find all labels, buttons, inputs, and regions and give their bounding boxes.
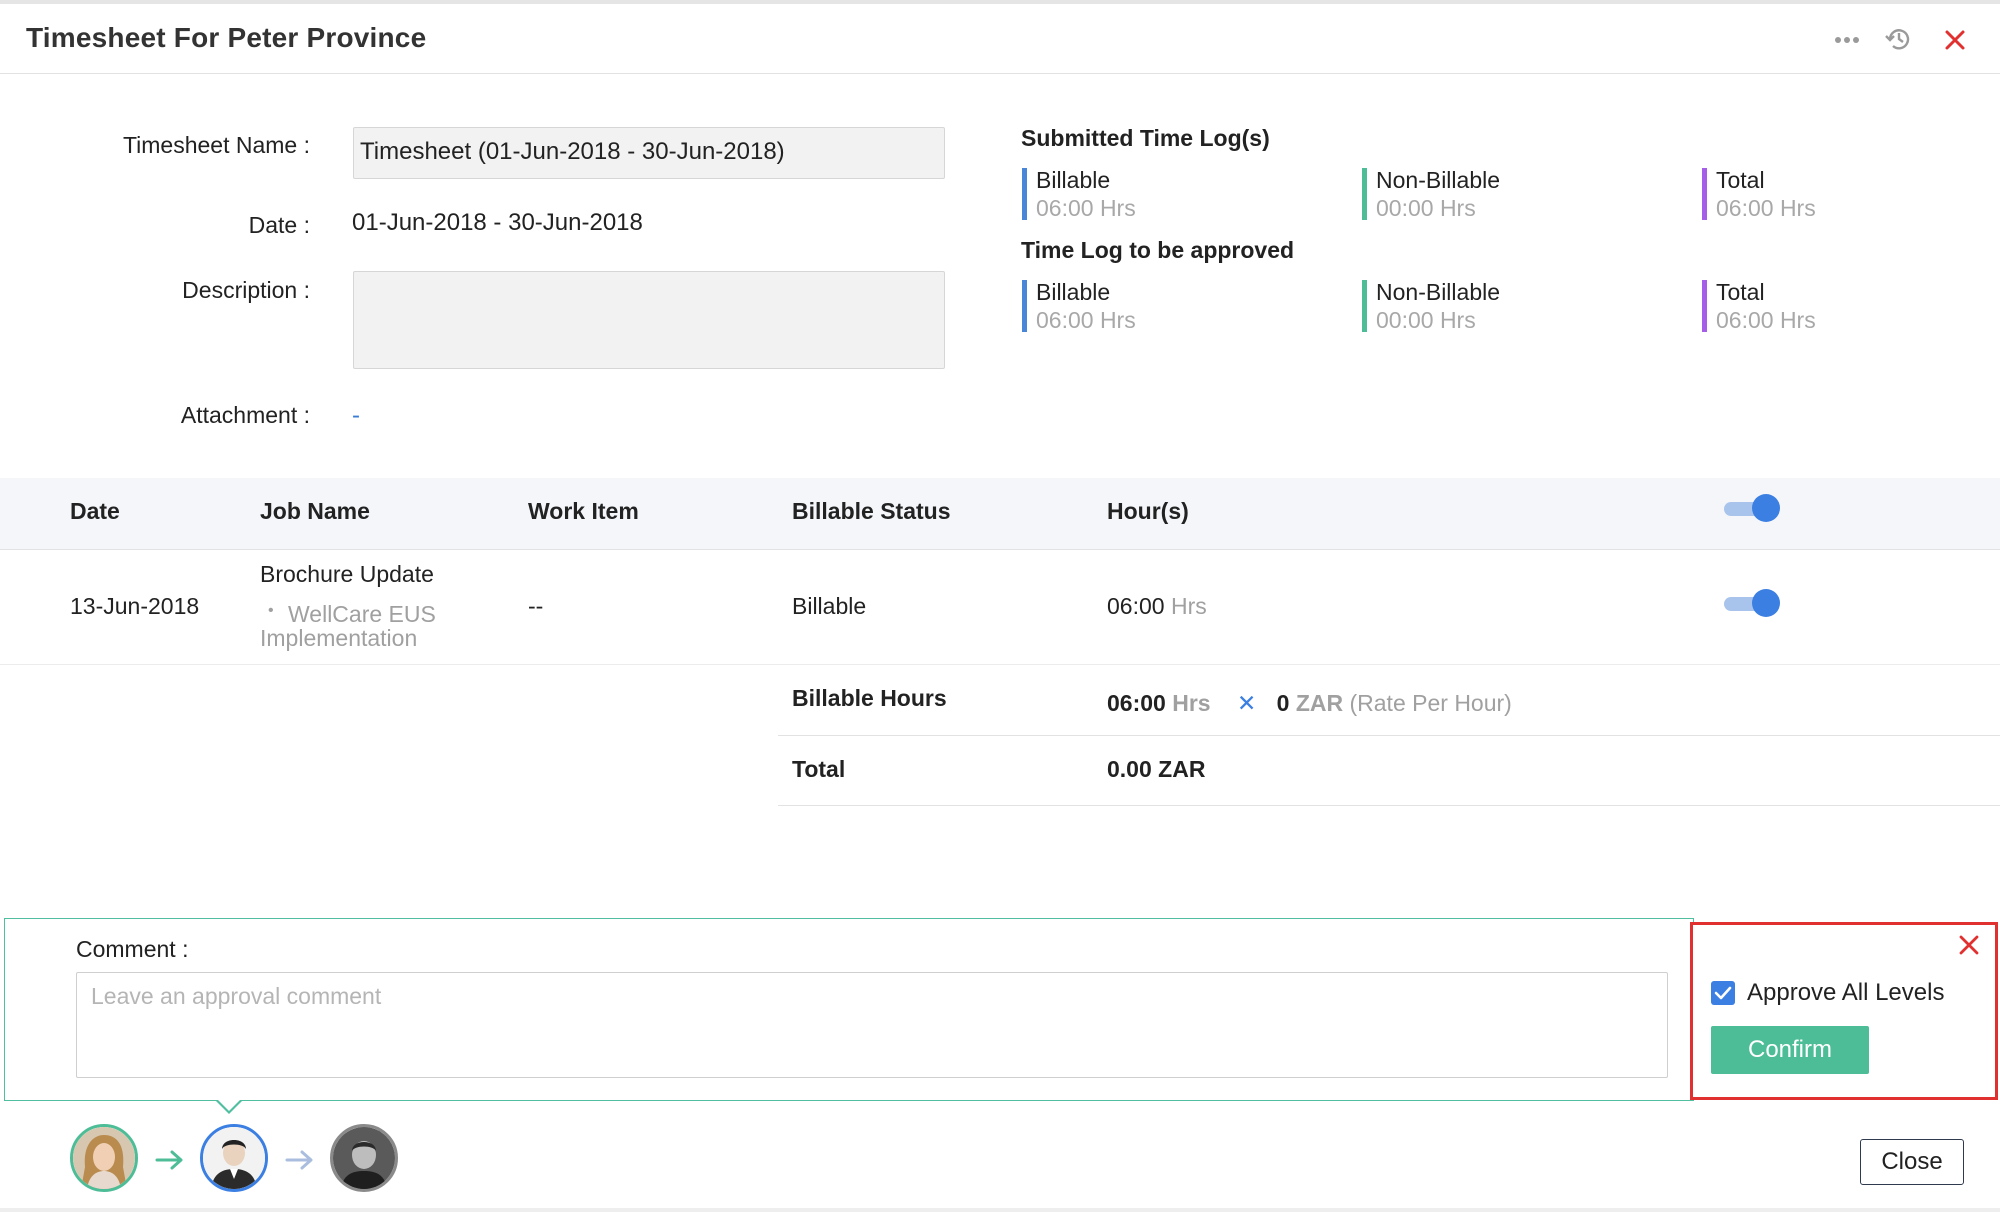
- multiply-icon: ✕: [1236, 690, 1257, 716]
- column-header-hours: Hour(s): [1107, 498, 1189, 524]
- submitted-non-billable: Non-Billable 00:00 Hrs: [1362, 166, 1501, 221]
- approver-1-avatar[interactable]: [70, 1124, 138, 1192]
- billable-hours-label: Billable Hours: [792, 685, 947, 711]
- approve-total: Total 06:00 Hrs: [1702, 278, 1816, 333]
- total-currency: ZAR: [1158, 756, 1206, 782]
- comment-label: Comment :: [76, 936, 189, 962]
- submitted-billable: Billable 06:00 Hrs: [1022, 166, 1136, 221]
- column-header-job-name: Job Name: [260, 498, 370, 524]
- row-project-name: WellCare EUS: [288, 601, 436, 627]
- row-job-name: Brochure Update: [260, 561, 434, 587]
- dialog-title: Timesheet For Peter Province: [26, 22, 427, 53]
- description-field[interactable]: [353, 271, 945, 369]
- approve-total-value: 06:00 Hrs: [1716, 307, 1816, 333]
- approve-total-label: Total: [1716, 279, 1765, 305]
- approver-3-avatar[interactable]: [330, 1124, 398, 1192]
- row-hours: 06:00 Hrs: [1107, 593, 1207, 620]
- project-bullet: •: [268, 602, 274, 619]
- column-header-work-item: Work Item: [528, 498, 639, 524]
- row-billable-status: Billable: [792, 593, 867, 619]
- column-header-billable-status: Billable Status: [792, 498, 951, 524]
- submitted-billable-value: 06:00 Hrs: [1036, 195, 1136, 221]
- row-approve-toggle[interactable]: [1724, 589, 1780, 617]
- arrow-right-icon: [285, 1150, 313, 1170]
- table-header: Date Job Name Work Item Billable Status …: [0, 478, 2000, 550]
- approve-heading: Time Log to be approved: [1021, 237, 1295, 263]
- submitted-billable-label: Billable: [1036, 167, 1111, 193]
- row-date: 13-Jun-2018: [70, 593, 200, 619]
- date-label: Date :: [248, 212, 310, 238]
- billable-color-bar: [1022, 168, 1027, 220]
- row-work-item: --: [528, 593, 544, 619]
- row-hours-value: 06:00: [1107, 593, 1165, 619]
- billable-color-bar: [1022, 280, 1027, 332]
- billable-hours-calc: 06:00 Hrs ✕ 0 ZAR (Rate Per Hour): [1107, 690, 1512, 717]
- total-label: Total: [792, 756, 846, 782]
- submitted-total-label: Total: [1716, 167, 1765, 193]
- total-color-bar: [1702, 168, 1707, 220]
- more-options-icon[interactable]: [1832, 24, 1862, 54]
- attachment-label: Attachment :: [180, 402, 310, 428]
- approver-2-avatar[interactable]: [200, 1124, 268, 1192]
- rate-value: 0: [1276, 690, 1290, 716]
- select-all-toggle[interactable]: [1724, 494, 1780, 522]
- approval-comment-input[interactable]: [76, 972, 1668, 1078]
- history-icon[interactable]: [1884, 24, 1914, 54]
- person-icon: [203, 1127, 265, 1189]
- person-icon: [73, 1127, 135, 1189]
- row-project-name-line2: Implementation: [260, 625, 418, 651]
- total-color-bar: [1702, 280, 1707, 332]
- approve-all-levels-checkbox[interactable]: [1711, 981, 1735, 1005]
- panel-pointer-fill: [217, 1099, 241, 1111]
- attachment-link[interactable]: -: [352, 402, 360, 430]
- approve-billable: Billable 06:00 Hrs: [1022, 278, 1136, 333]
- close-icon[interactable]: [1940, 24, 1970, 54]
- dialog-header: Timesheet For Peter Province: [0, 4, 2000, 74]
- rate-note: (Rate Per Hour): [1349, 690, 1512, 716]
- rate-currency: ZAR: [1295, 690, 1344, 716]
- submitted-total-value: 06:00 Hrs: [1716, 195, 1816, 221]
- close-button[interactable]: Close: [1860, 1139, 1964, 1185]
- approve-billable-value: 06:00 Hrs: [1036, 307, 1136, 333]
- row-hours-unit: Hrs: [1170, 593, 1207, 619]
- approve-all-levels-label[interactable]: Approve All Levels: [1747, 979, 1944, 1007]
- approve-non-billable: Non-Billable 00:00 Hrs: [1362, 278, 1501, 333]
- submitted-heading: Submitted Time Log(s): [1021, 125, 1270, 151]
- non-billable-color-bar: [1362, 280, 1367, 332]
- billable-hours-row: Billable Hours 06:00 Hrs ✕ 0 ZAR (Rate P…: [778, 665, 2000, 736]
- submitted-non-billable-label: Non-Billable: [1376, 167, 1501, 193]
- total-value: 0.00: [1107, 756, 1152, 782]
- arrow-right-icon: [155, 1150, 183, 1170]
- toggle-knob: [1752, 494, 1780, 522]
- table-row: 13-Jun-2018 Brochure Update • WellCare E…: [0, 551, 2000, 665]
- submitted-total: Total 06:00 Hrs: [1702, 166, 1816, 221]
- column-header-date: Date: [70, 498, 120, 524]
- total-row: Total 0.00 ZAR: [778, 736, 2000, 806]
- total-amount: 0.00 ZAR: [1107, 756, 1205, 783]
- timesheet-name-field[interactable]: Timesheet (01-Jun-2018 - 30-Jun-2018): [353, 127, 945, 179]
- confirm-button[interactable]: Confirm: [1711, 1026, 1869, 1074]
- timesheet-name-label: Timesheet Name :: [122, 132, 310, 158]
- billable-hours-value: 06:00: [1107, 690, 1166, 716]
- approve-non-billable-value: 00:00 Hrs: [1376, 307, 1476, 333]
- toggle-knob: [1752, 589, 1780, 617]
- submitted-non-billable-value: 00:00 Hrs: [1376, 195, 1476, 221]
- non-billable-color-bar: [1362, 168, 1367, 220]
- approve-non-billable-label: Non-Billable: [1376, 279, 1501, 305]
- description-label: Description :: [182, 277, 310, 303]
- date-value: 01-Jun-2018 - 30-Jun-2018: [352, 209, 643, 236]
- checkmark-icon: [1714, 986, 1732, 1000]
- person-icon: [333, 1127, 395, 1189]
- billable-hours-unit: Hrs: [1172, 690, 1211, 716]
- close-approve-panel-icon[interactable]: [1958, 934, 1980, 956]
- bottom-border: [0, 1208, 2000, 1212]
- approve-billable-label: Billable: [1036, 279, 1111, 305]
